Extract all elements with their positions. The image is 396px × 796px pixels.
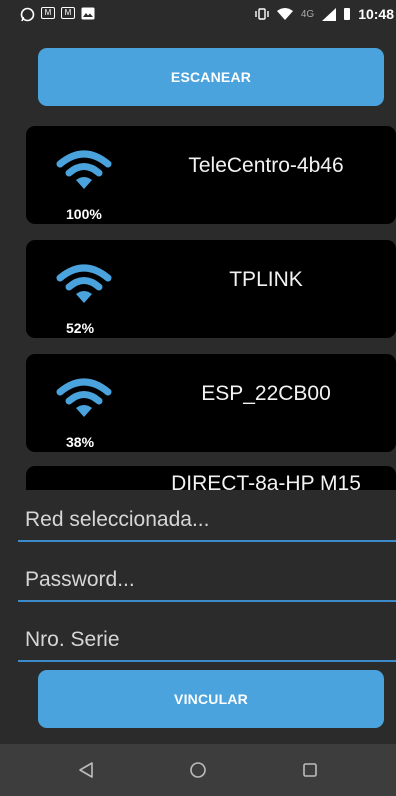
network-ssid: DIRECT-8a-HP M15 [171, 472, 361, 490]
scan-button-label: ESCANEAR [170, 69, 252, 85]
wifi-signal-icon [56, 264, 112, 303]
scan-button[interactable]: ESCANEAR [38, 48, 384, 106]
selected-network-input[interactable] [18, 500, 396, 540]
battery-icon [344, 8, 351, 20]
signal-strength: 38% [66, 434, 95, 450]
home-icon[interactable] [187, 759, 209, 781]
notification-icons: M M [20, 6, 95, 22]
network-ssid: TPLINK [229, 268, 303, 291]
recents-icon[interactable] [299, 759, 321, 781]
image-icon [81, 7, 95, 19]
whatsapp-icon [20, 7, 35, 21]
selected-network-field[interactable] [18, 500, 396, 542]
gmail-icon: M [41, 6, 55, 19]
serial-number-input[interactable] [18, 620, 396, 660]
network-item[interactable]: 100% TeleCentro-4b46 [26, 126, 396, 224]
signal-strength: 52% [66, 320, 95, 336]
network-ssid: ESP_22CB00 [201, 382, 331, 405]
network-item[interactable]: 38% ESP_22CB00 [26, 354, 396, 452]
link-button[interactable]: VINCULAR [38, 670, 384, 728]
signal-icon [322, 7, 337, 21]
network-list[interactable]: 100% TeleCentro-4b46 52% TPLINK 38% ESP_… [26, 126, 396, 490]
clock: 10:48 [358, 6, 394, 22]
status-bar: M M 4G 10:48 [0, 0, 396, 28]
serial-number-field[interactable] [18, 620, 396, 662]
link-button-label: VINCULAR [174, 691, 248, 707]
navigation-bar [0, 744, 396, 796]
system-icons: 4G 10:48 [255, 6, 394, 22]
wifi-signal-icon [56, 378, 112, 417]
back-icon[interactable] [75, 759, 97, 781]
vibrate-icon [255, 8, 269, 20]
network-item[interactable]: DIRECT-8a-HP M15 [26, 466, 396, 490]
wifi-icon [276, 7, 293, 20]
password-field[interactable] [18, 560, 396, 602]
gmail-icon: M [61, 6, 75, 19]
signal-strength: 100% [66, 206, 102, 222]
network-type-label: 4G [300, 8, 315, 20]
network-ssid: TeleCentro-4b46 [188, 154, 344, 177]
wifi-signal-icon [56, 150, 112, 189]
network-item[interactable]: 52% TPLINK [26, 240, 396, 338]
password-input[interactable] [18, 560, 396, 600]
